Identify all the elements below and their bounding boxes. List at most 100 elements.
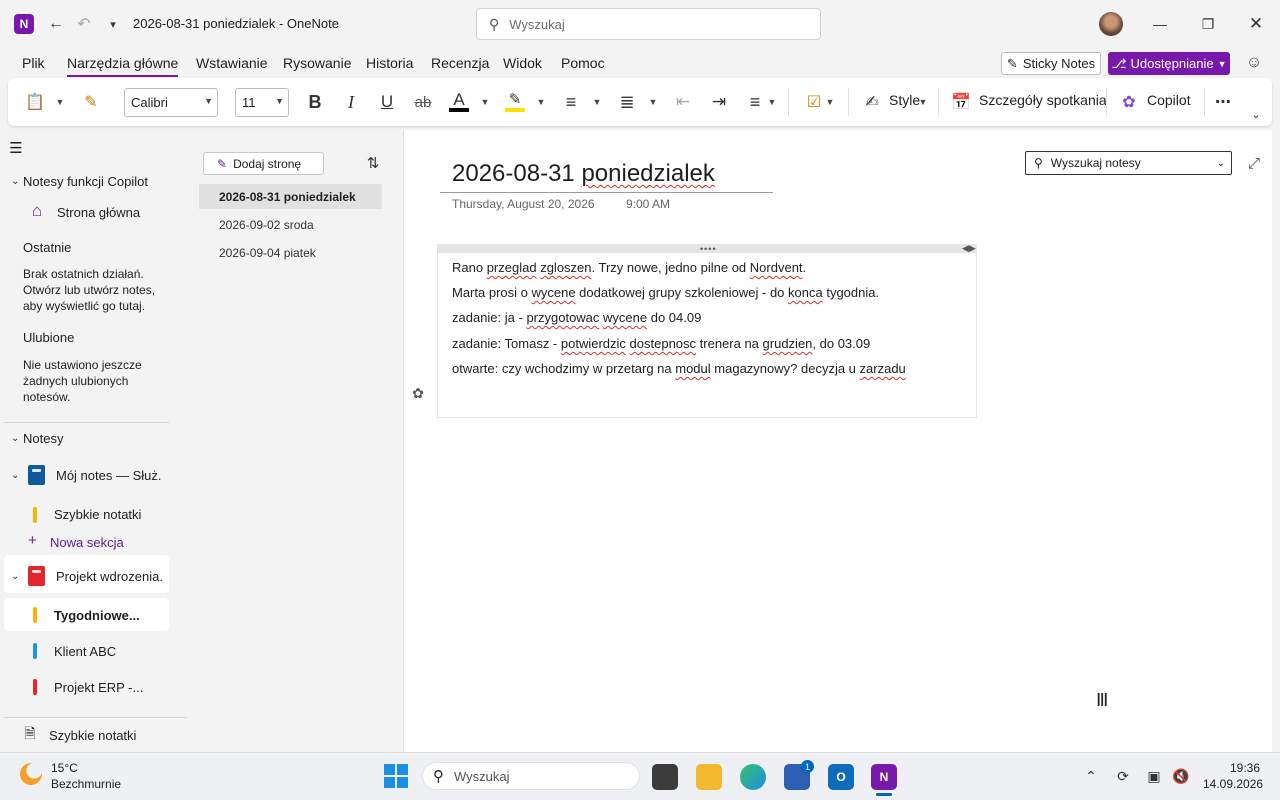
page-title[interactable]: 2026-08-31 poniedzialek — [452, 160, 715, 188]
note-line[interactable]: Marta prosi o wycene dodatkowej grupy sz… — [452, 285, 879, 300]
italic-icon[interactable]: I — [340, 90, 362, 114]
sync-icon[interactable]: ⟳ — [1113, 766, 1133, 786]
style-icon[interactable]: ✍ — [861, 90, 883, 114]
quick-access-dropdown-icon[interactable]: ▾ — [101, 12, 125, 36]
tag-dropdown-icon[interactable]: ▼ — [824, 90, 836, 114]
section-quick-notes[interactable]: Szybkie notatki — [54, 507, 141, 522]
page-time[interactable]: 9:00 AM — [626, 197, 670, 211]
bullet-list-dropdown-icon[interactable]: ▼ — [591, 90, 603, 114]
align-icon[interactable]: ≡ — [744, 90, 766, 114]
copilot-icon[interactable]: ✿ — [1118, 90, 1140, 114]
chevron-up-icon[interactable]: ⌃ — [1081, 766, 1101, 786]
note-line[interactable]: zadanie: ja - przygotowac wycene do 04.0… — [452, 310, 701, 325]
page-item[interactable]: 2026-09-04 piatek — [199, 240, 382, 265]
notebook-search-input[interactable]: ⚲ Wyszukaj notesy ⌄ — [1025, 151, 1232, 175]
menu-file[interactable]: Plik — [22, 55, 45, 71]
copilot-notebooks-header[interactable]: Notesy funkcji Copilot — [23, 174, 148, 189]
minimize-button[interactable]: — — [1137, 8, 1183, 40]
note-line[interactable]: Rano przeglad zgloszen. Trzy nowe, jedno… — [452, 260, 806, 275]
tag-icon[interactable]: ☑ — [802, 90, 826, 114]
chevron-down-icon[interactable]: ⌄ — [11, 176, 19, 187]
numbered-list-icon[interactable]: ≣ — [616, 90, 638, 114]
close-button[interactable]: ✕ — [1233, 8, 1279, 40]
font-size-select[interactable]: 11 ▼ — [235, 88, 289, 117]
quick-notes-link[interactable]: Szybkie notatki — [49, 728, 136, 743]
style-button-label[interactable]: Style — [889, 92, 920, 108]
copilot-button[interactable]: Copilot — [1147, 92, 1191, 108]
page-date[interactable]: Thursday, August 20, 2026 — [452, 197, 595, 211]
note-line[interactable]: zadanie: Tomasz - potwierdzic dostepnosc… — [452, 336, 870, 351]
nav-home[interactable]: Strona główna — [57, 205, 140, 220]
decrease-indent-icon[interactable]: ⇤ — [672, 90, 694, 114]
weather-temperature[interactable]: 15°C — [51, 761, 78, 775]
menu-history[interactable]: Historia — [366, 55, 413, 71]
paste-dropdown-icon[interactable]: ▼ — [54, 90, 66, 114]
chevron-down-icon[interactable]: ⌄ — [11, 571, 19, 582]
clock-time[interactable]: 19:36 — [1230, 761, 1260, 775]
chevron-down-icon[interactable]: ⌄ — [11, 470, 19, 481]
section-erp[interactable]: Projekt ERP -... — [54, 680, 143, 695]
align-dropdown-icon[interactable]: ▼ — [766, 90, 778, 114]
undo-icon[interactable]: ↶ — [72, 12, 96, 36]
feedback-icon[interactable]: ☺ — [1243, 52, 1265, 74]
meeting-details-button[interactable]: Szczegóły spotkania — [979, 92, 1107, 108]
edge-browser-icon[interactable] — [740, 764, 766, 790]
format-painter-icon[interactable]: ✎ — [80, 90, 102, 114]
notebook-my-notes[interactable]: Mój notes — Służ... — [56, 468, 161, 483]
moon-icon[interactable] — [20, 763, 42, 785]
restore-button[interactable]: ❐ — [1185, 8, 1231, 40]
bullet-list-icon[interactable]: ≡ — [560, 90, 582, 114]
add-page-button[interactable]: ✎ Dodaj stronę — [203, 152, 324, 175]
copilot-icon[interactable]: ✿ — [409, 384, 427, 402]
strikethrough-icon[interactable]: ab — [411, 90, 435, 114]
sticky-notes-button[interactable]: ✎ Sticky Notes — [1001, 52, 1101, 75]
menu-help[interactable]: Pomoc — [561, 55, 605, 71]
hamburger-menu-icon[interactable]: ☰ — [8, 140, 24, 157]
highlight-dropdown-icon[interactable]: ▼ — [535, 90, 547, 114]
style-dropdown-icon[interactable]: ▼ — [917, 90, 929, 114]
expand-icon[interactable]: ⤢ — [1244, 153, 1264, 173]
menu-insert[interactable]: Wstawianie — [196, 55, 268, 71]
increase-indent-icon[interactable]: ⇥ — [708, 90, 730, 114]
meeting-details-icon[interactable]: 📅 — [950, 90, 972, 114]
font-color-dropdown-icon[interactable]: ▼ — [479, 90, 491, 114]
share-button[interactable]: ⎇ Udostępnianie ▼ — [1108, 52, 1230, 75]
onenote-taskbar-icon[interactable]: N — [871, 764, 897, 790]
bold-icon[interactable]: B — [304, 90, 326, 114]
page-canvas[interactable] — [403, 130, 1272, 752]
clock-date[interactable]: 14.09.2026 — [1203, 777, 1263, 791]
menu-draw[interactable]: Rysowanie — [283, 55, 351, 71]
taskbar-search-input[interactable]: ⚲ Wyszukaj — [422, 762, 640, 790]
font-name-select[interactable]: Calibri ▼ — [124, 88, 218, 117]
font-color-icon[interactable]: A — [448, 90, 470, 114]
section-client-abc[interactable]: Klient ABC — [54, 644, 116, 659]
notebooks-header[interactable]: Notesy — [23, 431, 63, 446]
collapse-ribbon-icon[interactable]: ⌄ — [1248, 102, 1264, 126]
menu-home[interactable]: Narzędzia główne — [67, 55, 179, 77]
resize-handle-icon[interactable]: ◀▶ — [962, 243, 976, 254]
new-section-link[interactable]: Nowa sekcja — [50, 535, 124, 550]
section-weekly[interactable]: Tygodniowe... — [54, 608, 140, 623]
file-explorer-icon[interactable] — [696, 764, 722, 790]
paste-icon[interactable]: 📋 — [24, 90, 46, 114]
back-icon[interactable]: ← — [44, 12, 68, 36]
menu-view[interactable]: Widok — [503, 55, 542, 71]
more-options-icon[interactable]: ⋯ — [1212, 90, 1234, 114]
menu-review[interactable]: Recenzja — [431, 55, 489, 71]
search-input[interactable]: ⚲ Wyszukaj — [476, 8, 821, 40]
highlight-icon[interactable]: ✎ — [504, 90, 526, 114]
drag-handle-icon[interactable]: •••• — [700, 244, 717, 254]
outlook-icon[interactable]: O — [828, 764, 854, 790]
volume-muted-icon[interactable]: 🔇 — [1171, 766, 1191, 786]
page-item[interactable]: 2026-09-02 sroda — [199, 212, 382, 237]
avatar[interactable] — [1099, 12, 1123, 36]
weather-description[interactable]: Bezchmurnie — [51, 777, 121, 791]
numbered-list-dropdown-icon[interactable]: ▼ — [647, 90, 659, 114]
start-button[interactable] — [384, 764, 408, 788]
page-item[interactable]: 2026-08-31 poniedzialek — [199, 184, 382, 209]
task-view-icon[interactable] — [652, 764, 678, 790]
network-icon[interactable]: ▣ — [1144, 766, 1164, 786]
notebook-project[interactable]: Projekt wdrozenia... — [56, 569, 162, 584]
sort-icon[interactable]: ⇅ — [363, 153, 383, 173]
note-line[interactable]: otwarte: czy wchodzimy w przetarg na mod… — [452, 361, 906, 376]
